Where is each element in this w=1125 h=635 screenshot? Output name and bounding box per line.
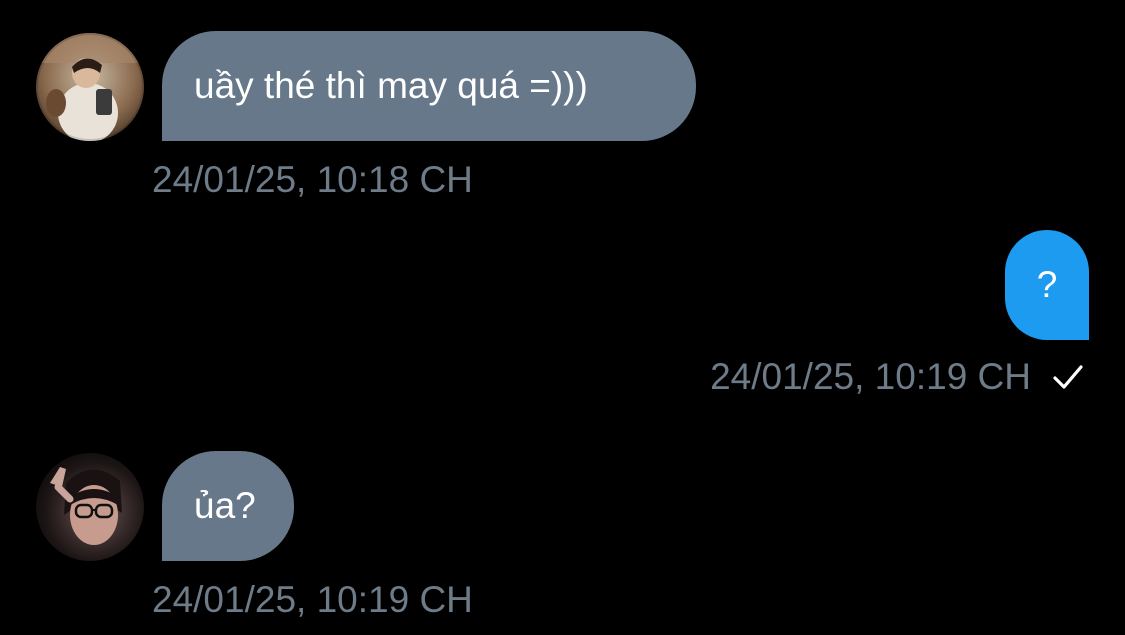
incoming-message-bubble[interactable]: uầy thé thì may quá =))) — [162, 31, 696, 141]
avatar-photo — [36, 453, 144, 561]
avatar-photo — [36, 33, 144, 141]
message-text: uầy thé thì may quá =))) — [194, 65, 588, 106]
message-timestamp: 24/01/25, 10:19 CH — [710, 356, 1031, 397]
sender-avatar[interactable] — [36, 33, 144, 141]
message-timestamp: 24/01/25, 10:18 CH — [152, 159, 473, 200]
message-text: ? — [1036, 264, 1058, 305]
check-icon — [1051, 360, 1085, 394]
incoming-message-bubble[interactable]: ủa? — [162, 451, 294, 561]
message-text: ủa? — [194, 485, 256, 526]
message-timestamp: 24/01/25, 10:19 CH — [152, 579, 473, 620]
outgoing-message-bubble[interactable]: ? — [1005, 230, 1089, 340]
sender-avatar[interactable] — [36, 453, 144, 561]
message-status-row: 24/01/25, 10:19 CH — [710, 355, 1085, 399]
